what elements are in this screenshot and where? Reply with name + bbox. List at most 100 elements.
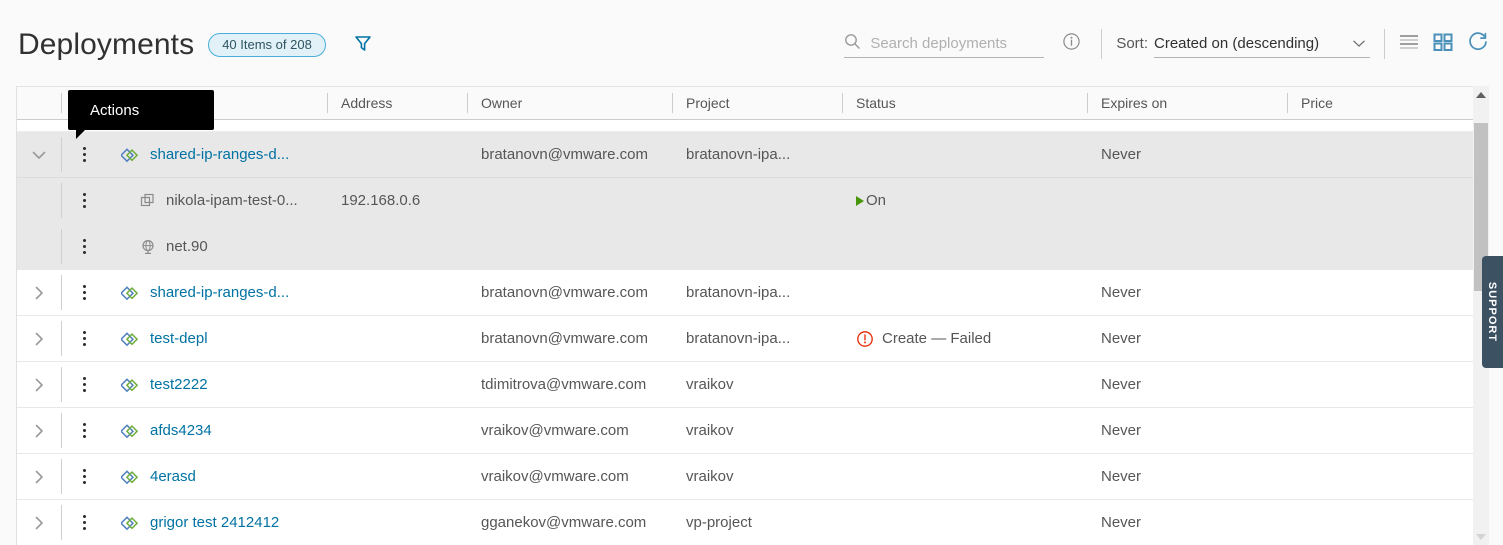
table-row[interactable]: grigor test 2412412 gganekov@vmware.com vp… (17, 500, 1486, 545)
info-circle-icon[interactable] (1062, 32, 1081, 56)
table-row[interactable]: test2222 tdimitrova@vmware.com vraikov Neve… (17, 362, 1486, 408)
row-name-cell[interactable]: shared-ip-ranges-d... (107, 132, 327, 177)
deployment-name-link[interactable]: shared-ip-ranges-d... (150, 284, 289, 301)
row-name-cell[interactable]: 4erasd (107, 454, 327, 499)
row-actions-cell[interactable] (61, 362, 107, 407)
row-actions-kebab-icon[interactable] (72, 187, 96, 215)
row-expires-cell (1087, 224, 1287, 269)
resource-name-label: net.90 (166, 238, 208, 255)
row-name-cell[interactable]: test-depl (107, 316, 327, 361)
row-actions-kebab-icon[interactable] (72, 325, 96, 353)
row-actions-kebab-icon[interactable] (72, 417, 96, 445)
chevron-right-icon[interactable] (24, 508, 54, 538)
view-switcher (1399, 31, 1503, 58)
row-owner-cell: bratanovn@vmware.com (481, 284, 648, 301)
row-actions-kebab-icon[interactable] (72, 233, 96, 261)
row-name-cell[interactable]: shared-ip-ranges-d... (107, 270, 327, 315)
sort-select[interactable]: Created on (descending) (1154, 30, 1370, 58)
item-count-badge: 40 Items of 208 (208, 33, 326, 57)
row-owner-cell: vraikov@vmware.com (481, 468, 629, 485)
row-expand-toggle[interactable] (17, 454, 61, 499)
row-expand-toggle[interactable] (17, 500, 61, 545)
table-row[interactable]: test-depl bratanovn@vmware.com bratanovn-i… (17, 316, 1486, 362)
row-actions-cell[interactable] (61, 454, 107, 499)
chevron-right-icon[interactable] (24, 324, 54, 354)
row-address-cell (327, 454, 467, 499)
row-price-cell (1287, 224, 1472, 269)
row-owner-cell (467, 178, 672, 223)
scroll-down-arrow-icon[interactable] (1473, 528, 1489, 545)
row-project-cell: vraikov (686, 376, 734, 393)
table-row[interactable]: shared-ip-ranges-d... bratanovn@vmware.co… (17, 132, 1486, 178)
row-expand-toggle[interactable] (17, 132, 61, 177)
scroll-up-arrow-icon[interactable] (1473, 86, 1489, 103)
row-name-cell[interactable]: grigor test 2412412 (107, 500, 327, 545)
chevron-down-icon[interactable] (24, 140, 54, 170)
row-status-cell: On (842, 178, 1087, 223)
row-project-cell: bratanovn-ipa... (686, 330, 791, 347)
filter-icon[interactable] (352, 32, 374, 59)
row-address-cell (327, 500, 467, 545)
chevron-right-icon[interactable] (24, 278, 54, 308)
row-actions-cell[interactable] (61, 224, 107, 269)
search-box[interactable] (844, 30, 1045, 58)
deployment-name-link[interactable]: test2222 (150, 376, 208, 393)
row-expand-toggle[interactable] (17, 362, 61, 407)
row-actions-cell[interactable] (61, 316, 107, 361)
search-input[interactable] (870, 30, 1045, 57)
table-row[interactable]: afds4234 vraikov@vmware.com vraikov Never (17, 408, 1486, 454)
row-expires-cell: Never (1101, 330, 1142, 347)
row-expand-placeholder (17, 224, 61, 269)
deployment-name-link[interactable]: grigor test 2412412 (150, 514, 279, 531)
refresh-icon[interactable] (1467, 31, 1489, 58)
row-expand-toggle[interactable] (17, 408, 61, 453)
row-price-cell (1287, 408, 1472, 453)
row-address-cell (327, 362, 467, 407)
row-actions-cell[interactable] (61, 178, 107, 223)
deployment-name-link[interactable]: afds4234 (150, 422, 212, 439)
row-actions-kebab-icon[interactable] (72, 463, 96, 491)
table-row[interactable]: 4erasd vraikov@vmware.com vraikov Never (17, 454, 1486, 500)
deployment-name-link[interactable]: test-depl (150, 330, 208, 347)
th-owner: Owner (467, 87, 672, 119)
row-name-cell[interactable]: afds4234 (107, 408, 327, 453)
table-scroll-spacer (17, 120, 1486, 132)
row-actions-kebab-icon[interactable] (72, 371, 96, 399)
row-actions-kebab-icon[interactable] (72, 141, 96, 169)
chevron-right-icon[interactable] (24, 462, 54, 492)
chevron-right-icon[interactable] (24, 370, 54, 400)
row-expires-cell: Never (1101, 284, 1142, 301)
row-name-cell[interactable]: test2222 (107, 362, 327, 407)
network-icon (139, 238, 157, 256)
row-actions-cell[interactable] (61, 270, 107, 315)
support-tab[interactable]: SUPPORT (1482, 256, 1503, 368)
row-expires-cell: Never (1101, 376, 1142, 393)
table-row[interactable]: net.90 (17, 224, 1486, 270)
status-label: On (866, 192, 887, 209)
row-actions-kebab-icon[interactable] (72, 509, 96, 537)
row-expires-cell: Never (1101, 422, 1142, 439)
play-triangle-icon (856, 195, 864, 206)
list-view-icon[interactable] (1399, 32, 1419, 57)
row-status-cell (842, 500, 1087, 545)
row-actions-kebab-icon[interactable] (72, 279, 96, 307)
row-expand-toggle[interactable] (17, 316, 61, 361)
table-row[interactable]: shared-ip-ranges-d... bratanovn@vmware.co… (17, 270, 1486, 316)
deployment-name-link[interactable]: shared-ip-ranges-d... (150, 146, 289, 163)
row-owner-cell (467, 224, 672, 269)
sort-group: Sort: Created on (descending) (1116, 30, 1370, 58)
row-name-cell[interactable]: net.90 (107, 224, 327, 269)
table-row[interactable]: nikola-ipam-test-0... 192.168.0.6 On (17, 178, 1486, 224)
row-status-cell (842, 132, 1087, 177)
row-actions-cell[interactable] (61, 408, 107, 453)
chevron-right-icon[interactable] (24, 416, 54, 446)
row-project-cell (672, 178, 842, 223)
deployment-icon (121, 421, 141, 441)
row-address-cell: 192.168.0.6 (341, 192, 421, 209)
deployment-name-link[interactable]: 4erasd (150, 468, 196, 485)
row-name-cell[interactable]: nikola-ipam-test-0... (107, 178, 327, 223)
row-expand-toggle[interactable] (17, 270, 61, 315)
page-header: Deployments 40 Items of 208 Search deplo… (0, 0, 1503, 86)
card-view-icon[interactable] (1433, 32, 1453, 57)
row-actions-cell[interactable] (61, 500, 107, 545)
